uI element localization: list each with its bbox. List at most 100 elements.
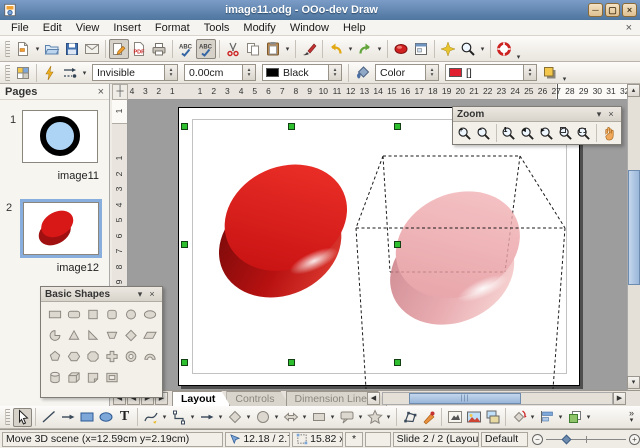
paste-dropdown-icon[interactable]: ▾	[283, 45, 292, 53]
document-close-icon[interactable]: ×	[626, 22, 636, 34]
menu-item-view[interactable]: View	[69, 21, 107, 35]
stars-tool[interactable]	[365, 408, 384, 427]
horizontal-scroll-thumb[interactable]: |||	[409, 393, 521, 404]
paste-button[interactable]	[263, 39, 283, 59]
shape-ring-icon[interactable]	[121, 347, 140, 365]
menu-item-insert[interactable]: Insert	[106, 21, 148, 35]
selection-handle-n[interactable]	[288, 123, 295, 130]
menu-item-edit[interactable]: Edit	[36, 21, 69, 35]
menu-item-window[interactable]: Window	[283, 21, 336, 35]
shape-parallelogram-icon[interactable]	[140, 326, 159, 344]
symbol-shapes-dropdown-icon[interactable]: ▾	[272, 413, 281, 421]
shape-octagon-icon[interactable]	[83, 347, 102, 365]
menu-item-file[interactable]: File	[4, 21, 36, 35]
area-style-button[interactable]	[352, 63, 372, 83]
selection-handle-s[interactable]	[288, 359, 295, 366]
toolbar-overflow-icon[interactable]: ▾	[560, 75, 569, 83]
curve-dropdown-icon[interactable]: ▾	[160, 413, 169, 421]
chart-object-button[interactable]	[391, 39, 411, 59]
selection-handle-nw[interactable]	[181, 123, 188, 130]
zoom-dropdown-icon[interactable]: ▾	[478, 45, 487, 53]
zoom-page-width-button[interactable]	[575, 124, 594, 143]
shadow-button[interactable]	[540, 63, 560, 83]
line-color-select[interactable]: Black ▴▾	[262, 64, 342, 81]
cut-button[interactable]	[223, 39, 243, 59]
shape-diamond-icon[interactable]	[121, 326, 140, 344]
new-dropdown-icon[interactable]: ▾	[33, 45, 42, 53]
zoom-minus-icon[interactable]: −	[532, 434, 543, 445]
menu-item-tools[interactable]: Tools	[197, 21, 237, 35]
block-arrows-tool[interactable]	[281, 408, 300, 427]
toolbar-grip[interactable]	[5, 65, 10, 81]
display-grid-button[interactable]	[13, 63, 33, 83]
redo-dropdown-icon[interactable]: ▾	[375, 45, 384, 53]
rotate-dropdown-icon[interactable]: ▾	[528, 413, 537, 421]
zoom-button[interactable]	[458, 39, 478, 59]
open-button[interactable]	[42, 39, 62, 59]
lines-arrows-dropdown-icon[interactable]: ▾	[216, 413, 225, 421]
line-width-input[interactable]: 0.00cm ▴▾	[184, 64, 256, 81]
shape-rounded-square-icon[interactable]	[102, 305, 121, 323]
navigator-button[interactable]	[411, 39, 431, 59]
flowchart-tool[interactable]	[309, 408, 328, 427]
connector-tool[interactable]	[169, 408, 188, 427]
copy-button[interactable]	[243, 39, 263, 59]
callouts-dropdown-icon[interactable]: ▾	[356, 413, 365, 421]
glue-points-tool[interactable]	[419, 408, 438, 427]
print-button[interactable]	[149, 39, 169, 59]
scroll-up-icon[interactable]: ▴	[627, 84, 640, 97]
autospellcheck-button[interactable]	[196, 39, 216, 59]
callouts-tool[interactable]	[337, 408, 356, 427]
selection-handle-ne[interactable]	[394, 123, 401, 130]
hscroll-right-icon[interactable]: ▶	[613, 392, 626, 405]
shape-cylinder-icon[interactable]	[45, 368, 64, 386]
save-button[interactable]	[62, 39, 82, 59]
redo-button[interactable]	[355, 39, 375, 59]
pages-close-icon[interactable]: ×	[98, 86, 104, 98]
fill-type-select[interactable]: Color ▴▾	[375, 64, 439, 81]
shape-circle-icon[interactable]	[121, 305, 140, 323]
shape-rectangle-icon[interactable]	[45, 305, 64, 323]
page-thumbnail-2[interactable]	[23, 202, 99, 255]
shape-block-arc-icon[interactable]	[140, 347, 159, 365]
toolbar-grip[interactable]	[5, 409, 10, 425]
alignment-button[interactable]	[537, 408, 556, 427]
zoom-panel-titlebar[interactable]: Zoom ▾ ×	[453, 107, 621, 122]
page-thumbnail-1[interactable]	[22, 110, 98, 163]
arrow-line-tool[interactable]	[58, 408, 77, 427]
fill-color-select[interactable]: [] ▴▾	[445, 64, 537, 81]
rotate-tool[interactable]	[509, 408, 528, 427]
rectangle-tool[interactable]	[77, 408, 96, 427]
format-paintbrush-button[interactable]	[299, 39, 319, 59]
spinner-icon[interactable]: ▴▾	[164, 65, 177, 80]
gallery-button[interactable]	[438, 39, 458, 59]
zoom-in-button[interactable]: +	[455, 124, 474, 143]
text-tool[interactable]: T	[115, 408, 134, 427]
arrange-button[interactable]	[565, 408, 584, 427]
insert-picture-button[interactable]	[464, 408, 483, 427]
hscroll-left-icon[interactable]: ◀	[367, 392, 380, 405]
help-button[interactable]	[494, 39, 514, 59]
shape-pentagon-icon[interactable]	[45, 347, 64, 365]
horizontal-scrollbar[interactable]: |||	[382, 392, 613, 405]
basic-shapes-tool[interactable]	[225, 408, 244, 427]
shape-rounded-rectangle-icon[interactable]	[64, 305, 83, 323]
vertical-scrollbar[interactable]: ▴ ▾	[627, 84, 640, 390]
curve-tool[interactable]	[141, 408, 160, 427]
undo-button[interactable]	[326, 39, 346, 59]
panel-close-icon[interactable]: ×	[605, 109, 617, 119]
close-button[interactable]: ×	[622, 3, 637, 17]
toolbar-overflow-icon[interactable]: ▾	[514, 53, 523, 61]
titlebar[interactable]: image11.odg - OOo-dev Draw ─ ▢ ×	[0, 0, 640, 20]
basic-shapes-dropdown-icon[interactable]: ▾	[244, 413, 253, 421]
line-tool[interactable]	[39, 408, 58, 427]
zoom-next-button[interactable]: ▸	[537, 124, 556, 143]
arrange-dropdown-icon[interactable]: ▾	[584, 413, 593, 421]
shape-cube-icon[interactable]	[64, 368, 83, 386]
spinner-icon[interactable]: ▴▾	[523, 65, 536, 80]
shape-isosceles-triangle-icon[interactable]	[64, 326, 83, 344]
scroll-down-icon[interactable]: ▾	[627, 376, 640, 389]
arrow-style-dropdown-icon[interactable]: ▾	[80, 69, 89, 77]
zoom-slider-knob[interactable]	[562, 434, 572, 444]
shape-cross-icon[interactable]	[102, 347, 121, 365]
